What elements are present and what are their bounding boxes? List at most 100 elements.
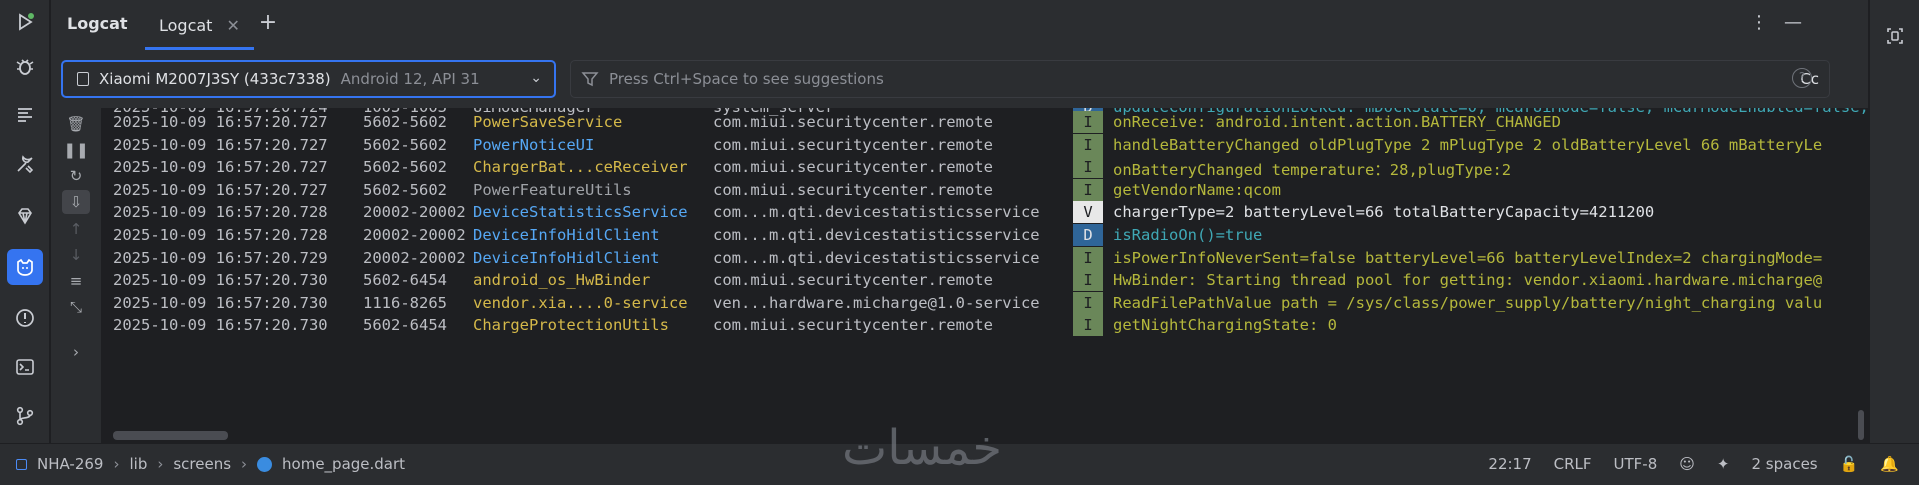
- tab-label: Logcat: [159, 15, 213, 35]
- device-selector[interactable]: Xiaomi M2007J3SY (433c7338) Android 12, …: [61, 60, 556, 98]
- device-mirror-icon[interactable]: [1877, 18, 1913, 54]
- code-style-icon[interactable]: ✦: [1717, 455, 1730, 473]
- soft-wrap-icon[interactable]: ≡: [62, 269, 90, 293]
- log-pid: 20002-20002: [363, 203, 466, 222]
- log-pid: 20002-20002: [363, 226, 466, 244]
- status-widgets: 22:17 CRLF UTF-8 ☺ ✦ 2 spaces 🔓 🔔: [1488, 455, 1899, 473]
- device-name: Xiaomi M2007J3SY (433c7338): [99, 70, 331, 88]
- logcat-icon[interactable]: [7, 249, 43, 285]
- git-icon[interactable]: [7, 398, 43, 434]
- build-icon[interactable]: [7, 146, 43, 182]
- watermark-logo: خمسات: [842, 420, 1003, 476]
- log-tag: android_os_HwBinder: [473, 271, 651, 290]
- help-icon[interactable]: ?: [1792, 68, 1812, 88]
- log-tag: PowerNoticeUI: [473, 135, 595, 154]
- breadcrumb-separator: ›: [241, 455, 248, 473]
- log-row[interactable]: 2025-10-09 16:57:20.727 5602-5602 PowerSav…: [101, 111, 1868, 133]
- filter-icon: [581, 72, 599, 87]
- log-tag: PowerFeatureUtils: [473, 180, 632, 199]
- log-package: com.miui.securitycenter.remote: [713, 158, 993, 177]
- ai-assistant-icon[interactable]: ☺: [1679, 455, 1695, 473]
- debug-icon[interactable]: [7, 48, 43, 84]
- log-pid: 5602-6454: [363, 316, 447, 335]
- log-row[interactable]: 2025-10-09 16:57:20.728 20002-20002 Device…: [101, 201, 1868, 224]
- log-row[interactable]: 2025-10-09 16:57:20.729 20002-20002 Device…: [101, 246, 1868, 269]
- tool-window-title: Logcat: [67, 14, 128, 33]
- log-date: 2025-10-09 16:57:20.728: [113, 226, 328, 244]
- problems-icon[interactable]: [7, 300, 43, 336]
- breadcrumb-file[interactable]: home_page.dart: [282, 455, 405, 473]
- log-date: 2025-10-09 16:57:20.730: [113, 271, 328, 290]
- log-level-badge: I: [1073, 156, 1103, 179]
- log-date: 2025-10-09 16:57:20.729: [113, 248, 328, 267]
- log-level-badge: I: [1073, 133, 1103, 156]
- log-tag: PowerSaveService: [473, 113, 623, 131]
- horizontal-scrollbar[interactable]: [113, 431, 228, 440]
- restart-icon[interactable]: ↻: [62, 164, 90, 188]
- log-level-badge: I: [1073, 269, 1103, 292]
- logcat-actions: 🗑 ❚❚ ↻ ⇩ ↑ ↓ ≡ ⤡ ›: [51, 108, 101, 443]
- down-arrow-icon[interactable]: ↓: [62, 243, 90, 267]
- add-tab-icon[interactable]: +: [255, 11, 281, 37]
- terminal-icon[interactable]: [7, 349, 43, 385]
- log-date: 2025-10-09 16:57:20.727: [113, 180, 328, 199]
- scroll-to-end-icon[interactable]: ⇩: [62, 190, 90, 214]
- log-row[interactable]: 2025-10-09 16:57:20.730 1116-8265 vendor.x…: [101, 291, 1868, 314]
- logcat-filter-input[interactable]: Press Ctrl+Space to see suggestions Cc: [570, 60, 1830, 98]
- log-tag: DeviceInfoHidlClient: [473, 248, 660, 267]
- indent-setting[interactable]: 2 spaces: [1751, 455, 1817, 473]
- minimize-icon[interactable]: —: [1784, 12, 1802, 33]
- filter-placeholder: Press Ctrl+Space to see suggestions: [609, 70, 884, 88]
- structure-icon[interactable]: [7, 96, 43, 132]
- lock-icon[interactable]: 🔓: [1840, 455, 1859, 473]
- log-pid: 5602-5602: [363, 135, 447, 154]
- gem-icon[interactable]: [7, 198, 43, 234]
- log-row[interactable]: 2025-10-09 16:57:20.730 5602-6454 ChargePr…: [101, 314, 1868, 337]
- log-package: com.miui.securitycenter.remote: [713, 113, 993, 131]
- log-row[interactable]: 2025-10-09 16:57:20.727 5602-5602 PowerNot…: [101, 133, 1868, 156]
- breadcrumb-lib[interactable]: lib: [129, 455, 147, 473]
- log-message: chargerType=2 batteryLevel=66 totalBatte…: [1113, 203, 1655, 222]
- file-encoding[interactable]: UTF-8: [1614, 455, 1658, 473]
- caret-position[interactable]: 22:17: [1488, 455, 1531, 473]
- notifications-icon[interactable]: 🔔: [1880, 455, 1899, 473]
- pause-icon[interactable]: ❚❚: [62, 138, 90, 162]
- log-message: handleBatteryChanged oldPlugType 2 mPlug…: [1113, 135, 1823, 154]
- left-tool-strip: [0, 0, 50, 443]
- log-tag: DeviceInfoHidlClient: [473, 226, 660, 244]
- tab-logcat[interactable]: Logcat ✕: [145, 0, 254, 50]
- line-separator[interactable]: CRLF: [1554, 455, 1592, 473]
- log-output[interactable]: 2025-10-09 16:57:20.724 1003-1003 UiMode…: [101, 108, 1868, 443]
- log-row[interactable]: 2025-10-09 16:57:20.728 20002-20002 Device…: [101, 224, 1868, 246]
- log-pid: 1116-8265: [363, 293, 447, 312]
- more-options-icon[interactable]: ⋮: [1750, 12, 1768, 33]
- module-icon: [16, 458, 27, 470]
- chevron-down-icon: ⌄: [530, 70, 542, 86]
- log-message: isPowerInfoNeverSent=false batteryLevel=…: [1113, 248, 1823, 267]
- log-row[interactable]: 2025-10-09 16:57:20.727 5602-5602 ChargerB…: [101, 156, 1868, 179]
- breadcrumb-screens[interactable]: screens: [173, 455, 231, 473]
- log-tag: ChargerBat...ceReceiver: [473, 158, 688, 177]
- breadcrumb-module[interactable]: NHA-269: [37, 455, 103, 473]
- log-level-badge: I: [1073, 314, 1103, 337]
- log-pid: 5602-5602: [363, 180, 447, 199]
- vertical-scrollbar[interactable]: [1858, 410, 1864, 440]
- close-icon[interactable]: ✕: [226, 16, 239, 35]
- log-level-badge: I: [1073, 246, 1103, 269]
- log-message: getVendorName:qcom: [1113, 180, 1281, 199]
- log-row[interactable]: 2025-10-09 16:57:20.730 5602-6454 android_…: [101, 269, 1868, 292]
- expand-panel-icon[interactable]: ›: [62, 340, 90, 364]
- up-arrow-icon[interactable]: ↑: [62, 217, 90, 241]
- logcat-header: Logcat Logcat ✕ + ⋮ —: [51, 0, 1868, 50]
- collapse-icon[interactable]: ⤡: [62, 295, 90, 319]
- log-date: 2025-10-09 16:57:20.727: [113, 113, 328, 131]
- breadcrumb-separator: ›: [157, 455, 164, 473]
- trash-icon[interactable]: 🗑: [62, 112, 90, 136]
- log-pid: 5602-6454: [363, 271, 447, 290]
- log-package: com...m.qti.devicestatisticsservice: [713, 203, 1040, 222]
- log-date: 2025-10-09 16:57:20.730: [113, 293, 328, 312]
- log-package: com.miui.securitycenter.remote: [713, 271, 993, 290]
- log-row[interactable]: 2025-10-09 16:57:20.727 5602-5602 PowerFea…: [101, 178, 1868, 201]
- breadcrumb: NHA-269 › lib › screens › home_page.dart: [16, 455, 405, 473]
- run-icon[interactable]: [7, 4, 43, 40]
